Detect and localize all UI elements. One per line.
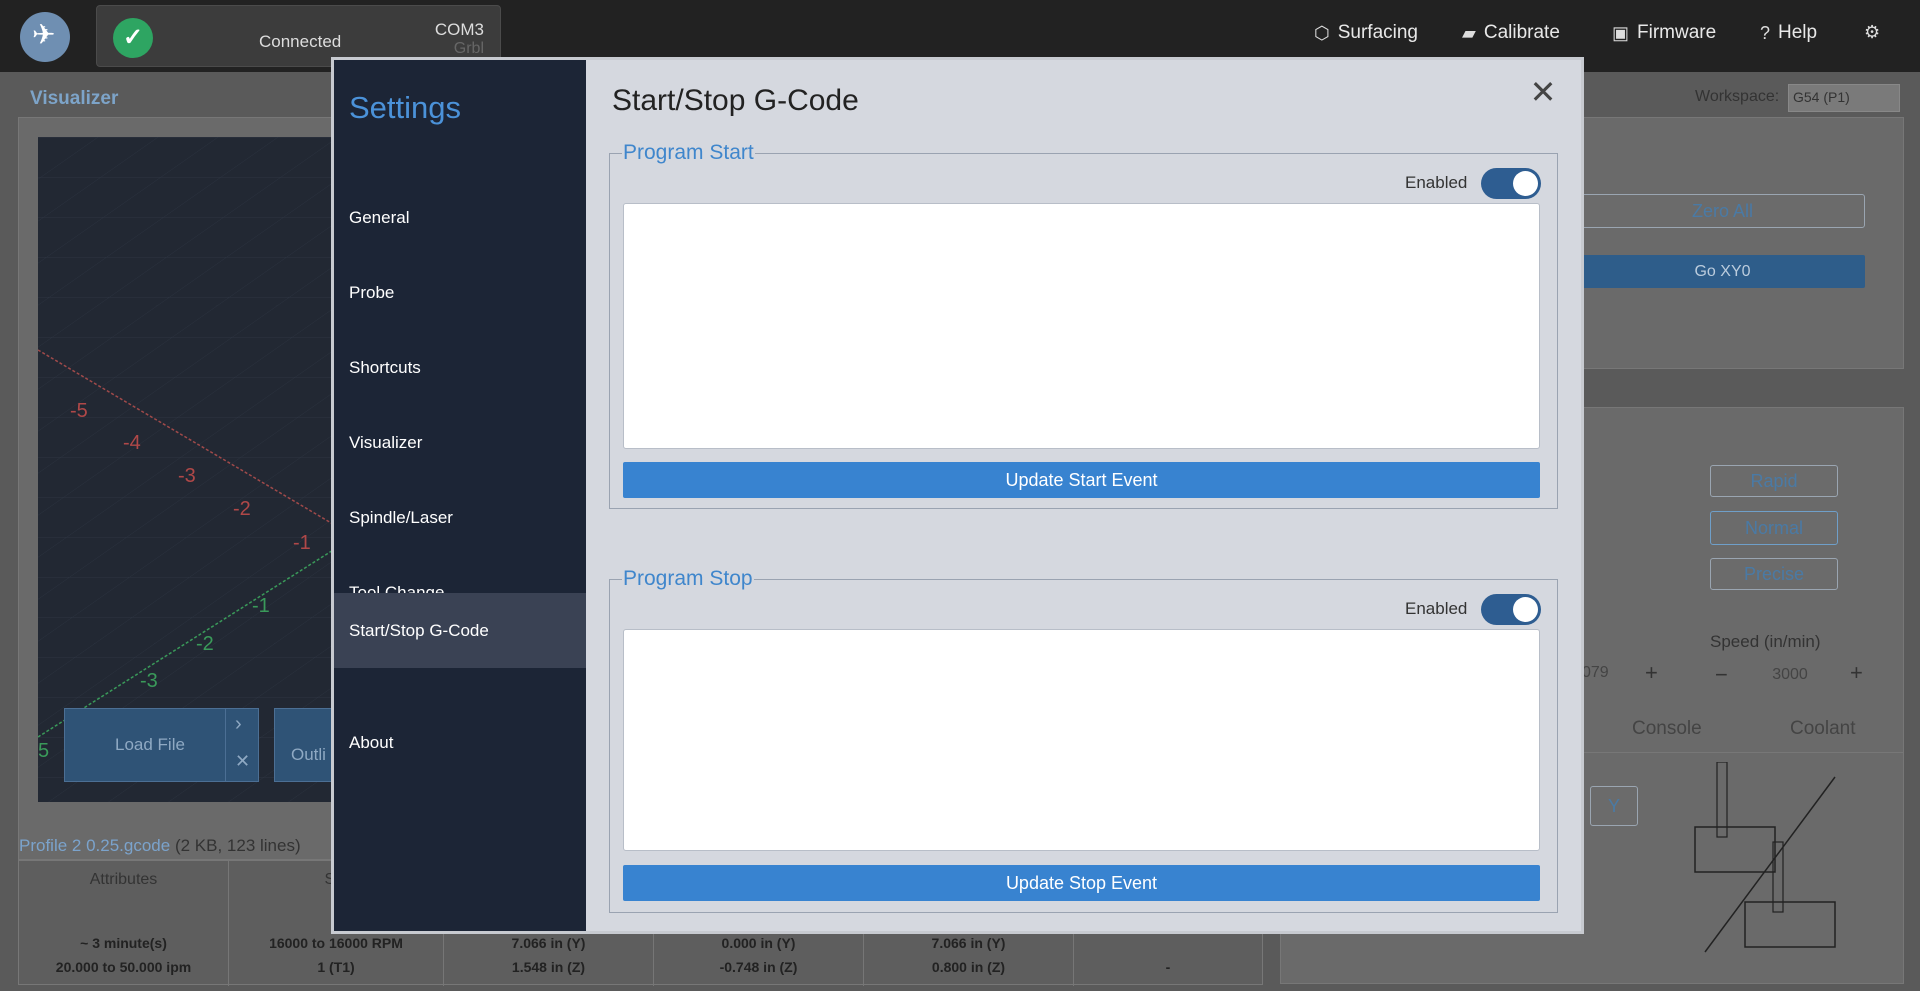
program-start-code-input[interactable]: [623, 203, 1540, 449]
program-stop-legend: Program Stop: [623, 567, 753, 590]
settings-modal: Settings General Probe Shortcuts Visuali…: [331, 57, 1584, 934]
program-stop-enabled-toggle[interactable]: [1481, 594, 1541, 625]
program-start-enabled-toggle[interactable]: [1481, 168, 1541, 199]
program-stop-enabled-label: Enabled: [1405, 599, 1468, 618]
close-icon[interactable]: ✕: [1528, 76, 1558, 108]
sidebar-item-about[interactable]: About: [334, 705, 586, 780]
update-stop-event-button[interactable]: Update Stop Event: [623, 865, 1540, 901]
program-start-enabled-label: Enabled: [1405, 173, 1468, 192]
toggle-knob: [1513, 171, 1538, 196]
program-stop-code-input[interactable]: [623, 629, 1540, 851]
page-title: Start/Stop G-Code: [612, 84, 859, 117]
sidebar-item-start-stop-gcode[interactable]: Start/Stop G-Code: [334, 593, 586, 668]
sidebar-item-general[interactable]: General: [334, 180, 586, 255]
sidebar-item-spindle-laser[interactable]: Spindle/Laser: [334, 480, 586, 555]
toggle-knob: [1513, 597, 1538, 622]
sidebar-item-visualizer[interactable]: Visualizer: [334, 405, 586, 480]
settings-sidebar: Settings General Probe Shortcuts Visuali…: [334, 60, 586, 931]
update-start-event-button[interactable]: Update Start Event: [623, 462, 1540, 498]
program-start-legend: Program Start: [623, 141, 754, 164]
sidebar-item-probe[interactable]: Probe: [334, 255, 586, 330]
settings-title: Settings: [349, 90, 462, 125]
sidebar-item-shortcuts[interactable]: Shortcuts: [334, 330, 586, 405]
